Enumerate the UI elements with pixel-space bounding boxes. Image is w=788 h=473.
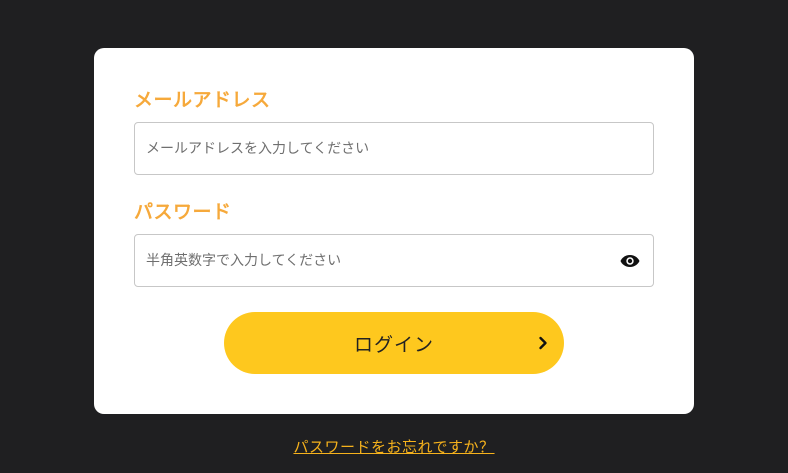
email-input[interactable] [135,123,653,174]
password-input[interactable] [135,235,653,286]
email-field-wrapper [134,122,654,175]
forgot-password-link[interactable]: パスワードをお忘れですか？ [0,436,788,457]
chevron-right-icon [534,334,552,352]
login-button-label: ログイン [353,334,434,356]
login-button[interactable]: ログイン [224,312,564,374]
email-label: メールアドレス [134,89,271,111]
password-label: パスワード [134,201,232,223]
login-card: メールアドレス パスワード ログイン [94,48,694,414]
eye-icon[interactable] [620,251,640,271]
password-field-wrapper [134,234,654,287]
